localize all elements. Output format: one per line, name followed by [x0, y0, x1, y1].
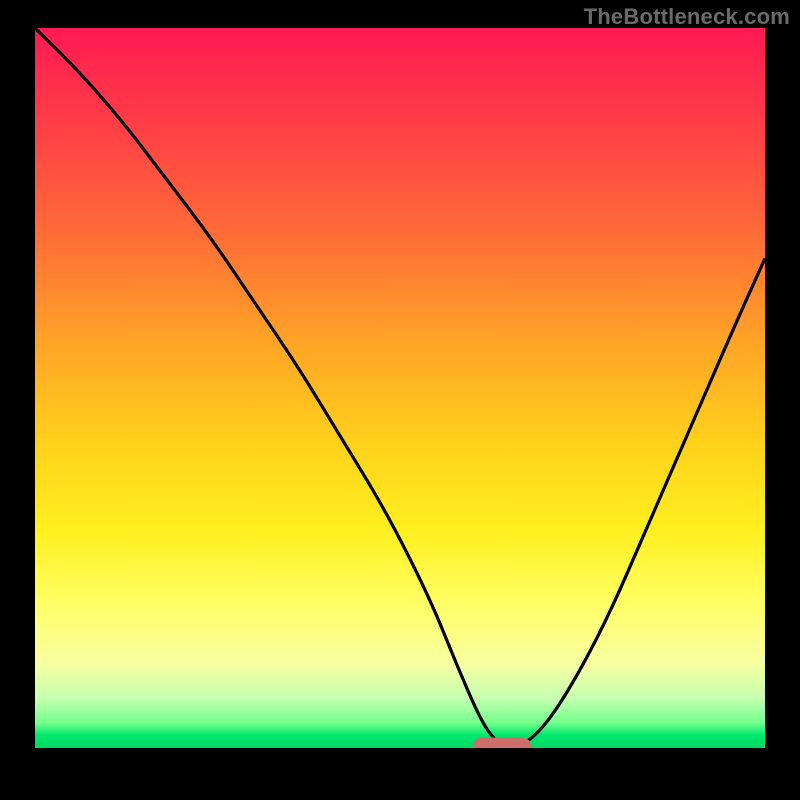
- chart-frame: TheBottleneck.com: [0, 0, 800, 800]
- bottleneck-curve: [35, 28, 765, 748]
- plot-area: [35, 28, 765, 748]
- curve-path: [35, 28, 765, 746]
- optimal-marker: [473, 738, 531, 749]
- watermark-text: TheBottleneck.com: [584, 4, 790, 30]
